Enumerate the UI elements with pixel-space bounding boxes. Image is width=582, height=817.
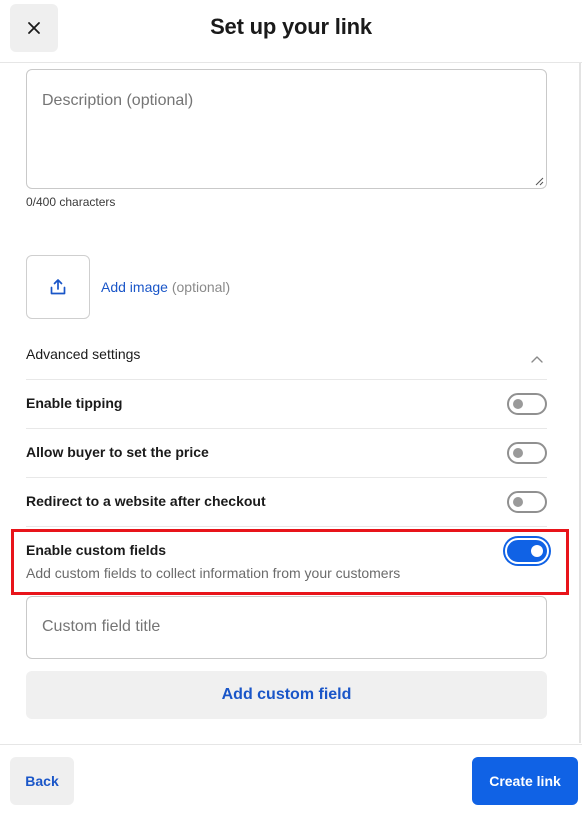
custom-field-title-input[interactable]: Custom field title [26, 596, 547, 659]
add-image: Add image (optional) [101, 279, 230, 295]
allow-buyer-price-toggle[interactable] [507, 442, 547, 464]
description-placeholder: Description (optional) [42, 92, 194, 109]
page-title: Set up your link [210, 14, 372, 39]
chevron-up-icon[interactable] [530, 355, 544, 364]
back-button[interactable]: Back [10, 757, 74, 805]
header-divider [0, 62, 582, 63]
add-custom-field-button[interactable]: Add custom field [26, 671, 547, 719]
custom-field-title-placeholder: Custom field title [42, 618, 161, 635]
upload-icon [50, 279, 66, 295]
create-link-button[interactable]: Create link [472, 757, 578, 805]
redirect-website-label: Redirect to a website after checkout [26, 493, 266, 509]
resize-grip-icon[interactable] [534, 176, 544, 186]
upload-image-button[interactable] [26, 255, 90, 319]
divider [26, 526, 547, 527]
toggle-knob [513, 399, 523, 409]
advanced-settings-title[interactable]: Advanced settings [26, 346, 140, 362]
add-image-optional: (optional) [171, 279, 231, 295]
toggle-knob [513, 448, 523, 458]
footer-divider [0, 744, 582, 745]
character-count: 0/400 characters [26, 195, 116, 209]
divider [26, 379, 547, 380]
highlight-box [11, 529, 569, 595]
divider [26, 477, 547, 478]
divider [26, 428, 547, 429]
description-field[interactable]: Description (optional) [26, 69, 547, 189]
enable-tipping-toggle[interactable] [507, 393, 547, 415]
setup-link-page: Set up your link Description (optional) … [0, 0, 582, 817]
header: Set up your link [0, 0, 582, 62]
redirect-website-toggle[interactable] [507, 491, 547, 513]
toggle-knob [513, 497, 523, 507]
add-image-link[interactable]: Add image [101, 279, 168, 295]
scrollbar[interactable] [579, 63, 581, 743]
allow-buyer-price-label: Allow buyer to set the price [26, 444, 209, 460]
enable-tipping-label: Enable tipping [26, 395, 123, 411]
